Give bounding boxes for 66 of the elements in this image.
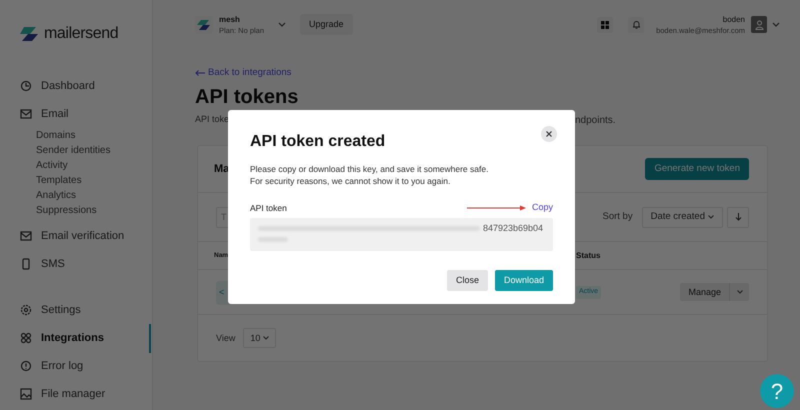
active-indicator xyxy=(149,324,151,353)
page-size-dropdown[interactable]: 10 xyxy=(243,328,276,348)
page-description: API toke xyxy=(195,113,230,126)
chevron-down-icon xyxy=(772,22,780,28)
field-label: API token xyxy=(250,202,287,214)
token-field[interactable]: 847923b69b04 xyxy=(250,218,553,251)
close-button[interactable] xyxy=(541,126,557,142)
sidebar-subitem[interactable]: Templates xyxy=(36,173,152,188)
apps-button[interactable] xyxy=(597,16,614,32)
annotation-arrow xyxy=(466,205,526,211)
sidebar-item[interactable]: Settings xyxy=(41,302,81,318)
dialog-message: For security reasons, we cannot show it to you again. xyxy=(250,175,452,187)
brand-name: mailersend xyxy=(44,24,118,44)
chevron-down-icon xyxy=(736,290,742,294)
close-icon xyxy=(546,131,552,137)
workspace-name: mesh xyxy=(219,14,241,24)
sidebar-subitem[interactable]: Analytics xyxy=(36,188,152,203)
page-description: ndpoints. xyxy=(575,114,616,128)
copy-link[interactable]: Copy xyxy=(532,201,553,215)
arrow-left-icon xyxy=(195,70,205,76)
upgrade-button[interactable]: Upgrade xyxy=(300,14,353,35)
download-button[interactable]: Download xyxy=(494,270,553,291)
sort-label: Sort by xyxy=(602,210,633,224)
back-link[interactable]: Back to integrations xyxy=(195,66,292,80)
image-icon xyxy=(20,388,32,400)
envelope-icon xyxy=(20,108,32,120)
sort-order-button[interactable] xyxy=(727,206,749,228)
clock-icon xyxy=(20,80,32,92)
alert-icon xyxy=(20,360,32,372)
sidebar-item[interactable]: Dashboard xyxy=(41,78,95,94)
dialog-title: API token created xyxy=(250,132,386,152)
sidebar-subitem[interactable]: Suppressions xyxy=(36,203,152,218)
sidebar-item[interactable]: Email verification xyxy=(41,228,124,244)
settings-icon xyxy=(20,304,32,316)
user-icon xyxy=(754,20,764,30)
dialog-message: Please copy or download this key, and save it somewhere safe. xyxy=(250,163,490,175)
chevron-down-icon xyxy=(263,336,270,340)
bell-icon xyxy=(632,20,641,29)
envelope-icon xyxy=(20,230,32,242)
token-text: 847923b69b04 xyxy=(483,222,544,235)
help-button[interactable]: ? xyxy=(760,374,794,408)
phone-icon xyxy=(20,258,32,270)
sidebar-subitem[interactable]: Activity xyxy=(36,158,152,173)
chevron-down-icon xyxy=(708,215,714,220)
grid-icon xyxy=(601,20,610,28)
notifications-button[interactable] xyxy=(628,16,644,32)
logo-icon xyxy=(20,26,38,42)
close-dialog-button[interactable]: Close xyxy=(446,270,488,291)
sidebar-item[interactable]: File manager xyxy=(41,386,106,402)
sort-dropdown[interactable]: Date created xyxy=(642,206,723,228)
page-title: API tokens xyxy=(195,85,300,110)
sidebar-item[interactable]: SMS xyxy=(41,256,65,272)
sidebar-item[interactable]: Error log xyxy=(41,358,84,374)
generate-token-button[interactable]: Generate new token xyxy=(645,158,749,180)
avatar[interactable] xyxy=(751,16,767,33)
sidebar-subitem[interactable]: Sender identities xyxy=(36,143,152,158)
view-label: View xyxy=(216,332,236,344)
chevron-down-icon xyxy=(278,22,286,28)
sidebar-item[interactable]: Email xyxy=(41,106,69,122)
sidebar-subitem[interactable]: Domains xyxy=(36,128,152,143)
sidebar-item[interactable]: Integrations xyxy=(41,330,104,346)
user-name: boden xyxy=(722,14,745,24)
manage-button[interactable]: Manage xyxy=(680,283,730,302)
manage-split-button[interactable]: Manage xyxy=(680,283,749,302)
column-header: Status xyxy=(576,250,600,262)
arrow-down-icon xyxy=(734,213,742,222)
